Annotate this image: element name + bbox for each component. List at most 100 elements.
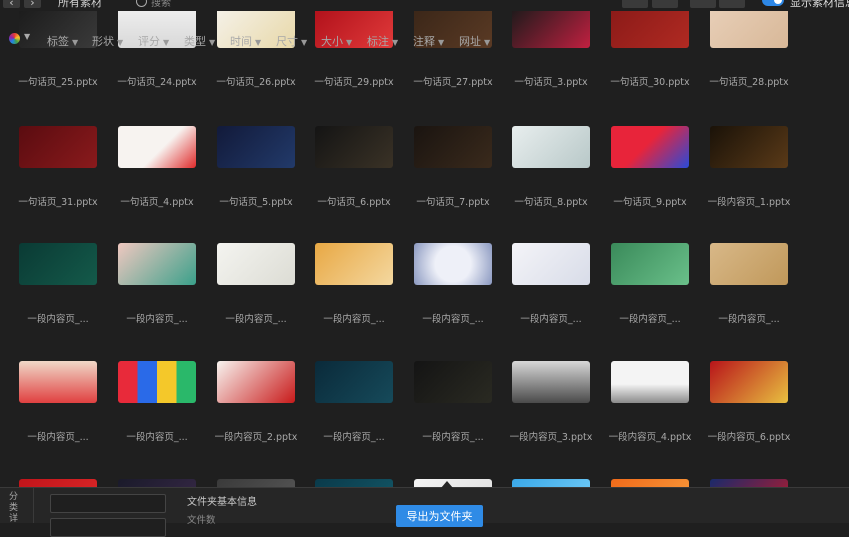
asset-thumbnail[interactable] <box>710 479 788 487</box>
filter-tag[interactable]: 标签 ▼ <box>47 33 78 49</box>
asset-thumbnail[interactable] <box>118 479 196 487</box>
asset-thumbnail[interactable] <box>118 243 196 285</box>
asset-filename: 一段内容页_3.pptx <box>509 432 593 443</box>
asset-thumbnail[interactable] <box>19 361 97 403</box>
asset-filename: 一句话页_28.pptx <box>709 77 789 88</box>
filter-type[interactable]: 类型 ▼ <box>184 33 215 49</box>
filter-time[interactable]: 时间 ▼ <box>230 33 261 49</box>
asset-filename: 一段内容页_... <box>520 314 582 325</box>
asset-filename: 一段内容页_... <box>323 432 385 443</box>
asset-thumbnail[interactable] <box>710 126 788 168</box>
chevron-down-icon[interactable]: ▼ <box>24 32 30 41</box>
divider <box>33 488 34 523</box>
asset-filename: 一段内容页_... <box>126 432 188 443</box>
top-bar: ‹ › 所有素材 搜索 显示素材信息 <box>0 0 849 11</box>
filter-rating[interactable]: 评分 ▼ <box>138 33 169 49</box>
asset-thumbnail[interactable] <box>19 126 97 168</box>
bottom-panel: 分类详 文件夹基本信息 文件数 导出为文件夹 <box>0 481 849 537</box>
asset-thumbnail[interactable] <box>414 479 492 487</box>
search-icon <box>136 0 147 7</box>
asset-thumbnail[interactable] <box>611 126 689 168</box>
chevron-down-icon: ▼ <box>72 38 79 47</box>
asset-filename: 一句话页_25.pptx <box>18 77 98 88</box>
asset-filename: 一段内容页_... <box>619 314 681 325</box>
chevron-left-icon[interactable]: ‹ <box>3 0 20 9</box>
filter-url[interactable]: 网址 ▼ <box>459 33 490 49</box>
folder-name-field[interactable] <box>50 494 166 513</box>
filter-shape[interactable]: 形状 ▼ <box>92 33 123 49</box>
chevron-down-icon: ▼ <box>209 38 216 47</box>
asset-thumbnail[interactable] <box>315 479 393 487</box>
asset-filename: 一段内容页_4.pptx <box>608 432 692 443</box>
chevron-down-icon: ▼ <box>301 38 308 47</box>
asset-filename: 一句话页_5.pptx <box>219 197 293 208</box>
filter-note[interactable]: 注释 ▼ <box>413 33 444 49</box>
folder-info-title: 文件夹基本信息 <box>187 497 257 508</box>
folder-note-field[interactable] <box>50 518 166 537</box>
asset-filename: 一句话页_26.pptx <box>216 77 296 88</box>
asset-thumbnail[interactable] <box>512 361 590 403</box>
asset-thumbnail[interactable] <box>611 479 689 487</box>
asset-filename: 一句话页_8.pptx <box>514 197 588 208</box>
asset-thumbnail[interactable] <box>611 243 689 285</box>
chevron-down-icon: ▼ <box>163 38 170 47</box>
asset-thumbnail[interactable] <box>118 126 196 168</box>
asset-thumbnail[interactable] <box>710 243 788 285</box>
chevron-down-icon: ▼ <box>255 38 262 47</box>
asset-filename: 一句话页_31.pptx <box>18 197 98 208</box>
asset-thumbnail[interactable] <box>19 479 97 487</box>
asset-grid: 一句话页_25.pptx 一句话页_24.pptx 一句话页_26.pptx 一句话页… <box>0 0 849 487</box>
layout-icon[interactable] <box>690 0 716 8</box>
filter-size[interactable]: 大小 ▼ <box>321 33 352 49</box>
asset-thumbnail[interactable] <box>315 361 393 403</box>
show-info-label: 显示素材信息 <box>790 0 849 9</box>
filter-dimension[interactable]: 尺寸 ▼ <box>276 33 307 49</box>
asset-thumbnail[interactable] <box>118 361 196 403</box>
search-placeholder: 搜索 <box>151 0 171 9</box>
asset-filename: 一句话页_4.pptx <box>120 197 194 208</box>
chevron-down-icon: ▼ <box>346 38 353 47</box>
asset-thumbnail[interactable] <box>217 479 295 487</box>
panel-notch <box>441 481 453 488</box>
asset-filename: 一段内容页_... <box>27 432 89 443</box>
asset-thumbnail[interactable] <box>611 361 689 403</box>
asset-filename: 一段内容页_2.pptx <box>214 432 298 443</box>
zoom-out-icon[interactable] <box>652 0 678 8</box>
color-filter-icon[interactable] <box>9 33 20 44</box>
asset-thumbnail[interactable] <box>512 243 590 285</box>
asset-thumbnail[interactable] <box>217 243 295 285</box>
asset-filename: 一段内容页_... <box>27 314 89 325</box>
asset-thumbnail[interactable] <box>414 243 492 285</box>
asset-thumbnail[interactable] <box>512 479 590 487</box>
chevron-down-icon: ▼ <box>484 38 491 47</box>
asset-filename: 一段内容页_... <box>323 314 385 325</box>
chevron-down-icon: ▼ <box>438 38 445 47</box>
asset-thumbnail[interactable] <box>512 126 590 168</box>
zoom-in-icon[interactable] <box>622 0 648 8</box>
filter-bar: ▼ 标签 ▼ 形状 ▼ 评分 ▼ 类型 ▼ 时间 ▼ 尺寸 ▼ 大小 ▼ 标注 ▼ 注释 ▼ 网址… <box>0 14 849 48</box>
export-to-folder-button[interactable]: 导出为文件夹 <box>396 505 483 527</box>
filter-annotation[interactable]: 标注 ▼ <box>367 33 398 49</box>
asset-filename: 一句话页_7.pptx <box>416 197 490 208</box>
asset-thumbnail[interactable] <box>414 126 492 168</box>
category-tab[interactable]: 分类详 <box>9 492 21 525</box>
asset-filename: 一段内容页_... <box>126 314 188 325</box>
asset-thumbnail[interactable] <box>217 361 295 403</box>
search-input[interactable]: 搜索 <box>136 0 171 9</box>
chevron-down-icon: ▼ <box>392 38 399 47</box>
chevron-down-icon: ▼ <box>117 38 124 47</box>
asset-filename: 一段内容页_... <box>225 314 287 325</box>
asset-thumbnail[interactable] <box>217 126 295 168</box>
asset-thumbnail[interactable] <box>315 126 393 168</box>
page-title: 所有素材 <box>58 0 102 9</box>
chevron-right-icon[interactable]: › <box>24 0 41 9</box>
asset-thumbnail[interactable] <box>315 243 393 285</box>
asset-filename: 一段内容页_... <box>718 314 780 325</box>
sort-icon[interactable] <box>719 0 745 8</box>
asset-thumbnail[interactable] <box>414 361 492 403</box>
asset-thumbnail[interactable] <box>19 243 97 285</box>
asset-filename: 一段内容页_... <box>422 314 484 325</box>
show-info-toggle[interactable] <box>762 0 784 6</box>
asset-filename: 一句话页_9.pptx <box>613 197 687 208</box>
asset-thumbnail[interactable] <box>710 361 788 403</box>
